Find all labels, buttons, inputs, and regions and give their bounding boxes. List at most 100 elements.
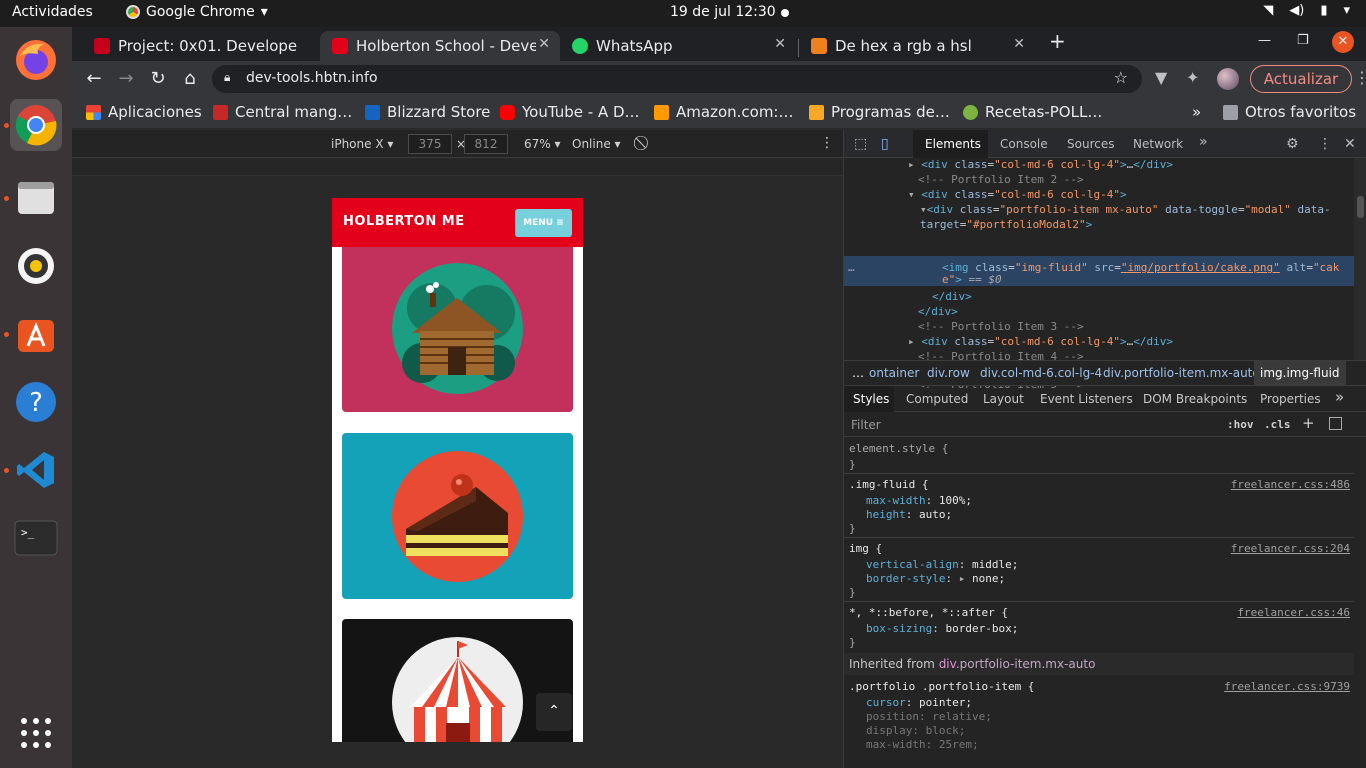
tab-project[interactable]: Project: 0x01. Developer t [82,31,317,61]
tab-sources[interactable]: Sources [1067,137,1114,151]
portfolio-item-cake[interactable] [342,433,573,599]
source-link[interactable]: freelancer.css:46 [1237,606,1350,619]
activities-button[interactable]: Actividades [12,4,93,20]
breadcrumb-item-active[interactable]: img.img-fluid [1254,361,1346,385]
software-center-icon[interactable] [4,308,62,360]
close-window-button[interactable]: ✕ [1332,31,1354,53]
rhythmbox-icon[interactable] [10,240,62,292]
rule-selector[interactable]: .portfolio .portfolio-item { [849,680,1034,693]
subtab-properties[interactable]: Properties [1260,392,1321,406]
bookmark-item[interactable]: Recetas-POLL… [963,103,1102,121]
zoom-select[interactable]: 67% ▾ [524,137,561,151]
scrollbar[interactable] [1354,158,1366,360]
bookmark-item[interactable]: Amazon.com:… [654,103,793,121]
dom-line[interactable]: ▸ <div class="col-md-6 col-lg-4">…</div> [908,158,1173,171]
css-declaration-inactive[interactable]: max-width: 25rem; [866,738,979,751]
subtab-event-listeners[interactable]: Event Listeners [1040,392,1133,406]
rule-selector[interactable]: img { [849,542,882,555]
inherited-class[interactable]: .portfolio-item.mx-auto [956,657,1096,671]
dom-line[interactable]: ▾<div class="portfolio-item mx-auto" dat… [920,203,1331,216]
bookmark-other[interactable]: Otros favoritos [1223,103,1356,121]
toggle-sidebar-icon[interactable] [1329,417,1342,430]
close-icon[interactable]: ✕ [1013,36,1025,52]
files-icon[interactable] [4,172,62,224]
inspect-element-icon[interactable]: ⬚ [854,136,867,152]
breadcrumb-item[interactable]: div.row [927,366,970,380]
network-select[interactable]: Online ▾ [572,137,621,151]
cls-toggle[interactable]: .cls [1264,418,1291,431]
css-declaration[interactable]: max-width: 100%; [866,494,972,507]
extension-icon[interactable]: ▼ [1155,68,1167,87]
brand-logo[interactable]: HOLBERTON ME [343,214,465,229]
reload-button[interactable]: ↻ [147,68,169,89]
gear-icon[interactable]: ⚙ [1286,136,1299,152]
tab-console[interactable]: Console [1000,137,1048,151]
scrollbar-thumb[interactable] [1357,196,1364,218]
dom-line-selected[interactable]: e"> == $0 [942,273,1002,286]
device-width-input[interactable]: 375 [408,134,452,154]
portfolio-item-cabin[interactable] [342,247,573,412]
subtab-dom-breakpoints[interactable]: DOM Breakpoints [1143,392,1247,406]
subtab-computed[interactable]: Computed [906,392,968,406]
help-icon[interactable]: ? [10,376,62,428]
rule-selector[interactable]: *, *::before, *::after { [849,606,1008,619]
bookmark-item[interactable]: Blizzard Store [365,103,490,121]
add-rule-icon[interactable]: + [1302,414,1315,432]
dom-line[interactable]: </div> [918,305,958,318]
bookmark-item[interactable]: Programas de… [809,103,950,121]
node-actions-icon[interactable]: … [848,261,855,274]
breadcrumb-item[interactable]: ontainer [869,366,919,380]
tab-whatsapp[interactable]: WhatsApp ✕ [560,31,796,61]
avatar[interactable] [1217,68,1239,90]
dom-line[interactable]: <!-- Portfolio Item 3 --> [918,320,1084,333]
source-link[interactable]: freelancer.css:486 [1231,478,1350,491]
address-bar[interactable]: 🔒︎ dev-tools.hbtn.info ☆ [212,65,1142,93]
firefox-icon[interactable] [10,34,62,86]
breadcrumb-item[interactable]: div.col-md-6.col-lg-4 [980,366,1102,380]
source-link[interactable]: freelancer.css:204 [1231,542,1350,555]
bookmark-star-icon[interactable]: ☆ [1114,68,1128,87]
home-button[interactable]: ⌂ [179,68,201,89]
update-button[interactable]: Actualizar [1250,65,1352,93]
app-menu[interactable]: Google Chrome ▾ [126,4,268,20]
element-style-rule[interactable]: element.style { [849,442,948,455]
expand-icon[interactable]: ▸ [959,572,966,585]
source-link[interactable]: freelancer.css:9739 [1224,680,1350,693]
close-icon[interactable]: ✕ [538,36,550,52]
more-menu-icon[interactable]: ⋮ [1354,68,1366,87]
clock[interactable]: 19 de jul 12:30 [670,4,776,20]
tab-hex-rgb[interactable]: De hex a rgb a hsl ✕ [799,31,1035,61]
maximize-button[interactable]: ❐ [1297,33,1309,48]
css-declaration[interactable]: border-style: ▸ none; [866,572,1005,585]
system-tray[interactable]: ◥ ◀) ▮ ▾ [1263,3,1350,18]
chrome-icon[interactable] [4,99,62,151]
device-height-input[interactable]: 812 [464,134,508,154]
device-toggle-icon[interactable]: ▯ [881,136,889,152]
close-icon[interactable]: ✕ [774,36,786,52]
bookmark-apps[interactable]: Aplicaciones [86,103,202,121]
filter-input[interactable]: Filter [851,418,881,432]
terminal-icon[interactable]: >_ [10,512,62,564]
more-tabs-icon[interactable]: » [1199,134,1208,150]
css-declaration[interactable]: box-sizing: border-box; [866,622,1018,635]
close-icon[interactable]: ✕ [1344,136,1356,152]
more-options-icon[interactable]: ⋮ [820,135,834,151]
back-button[interactable]: ← [83,68,105,89]
tab-network[interactable]: Network [1133,137,1183,151]
minimize-button[interactable]: — [1258,33,1271,48]
forward-button[interactable]: → [115,68,137,89]
dom-line[interactable]: </div> [932,290,972,303]
hov-toggle[interactable]: :hov [1227,418,1254,431]
dom-line[interactable]: target="#portfolioModal2"> [920,218,1092,231]
css-declaration[interactable]: height: auto; [866,508,952,521]
dom-line[interactable]: <!-- Portfolio Item 2 --> [918,173,1084,186]
bookmarks-more[interactable]: » [1192,103,1201,121]
menu-button[interactable]: MENU ≡ [515,209,572,237]
css-declaration[interactable]: vertical-align: middle; [866,558,1018,571]
new-tab-button[interactable]: + [1049,29,1066,53]
breadcrumb-overflow[interactable]: … [852,366,864,380]
puzzle-icon[interactable]: ✦ [1186,68,1199,87]
inherited-tag[interactable]: div [939,657,956,671]
scroll-to-top-button[interactable]: ⌃ [536,693,572,731]
more-options-icon[interactable]: ⋮ [1318,136,1332,152]
